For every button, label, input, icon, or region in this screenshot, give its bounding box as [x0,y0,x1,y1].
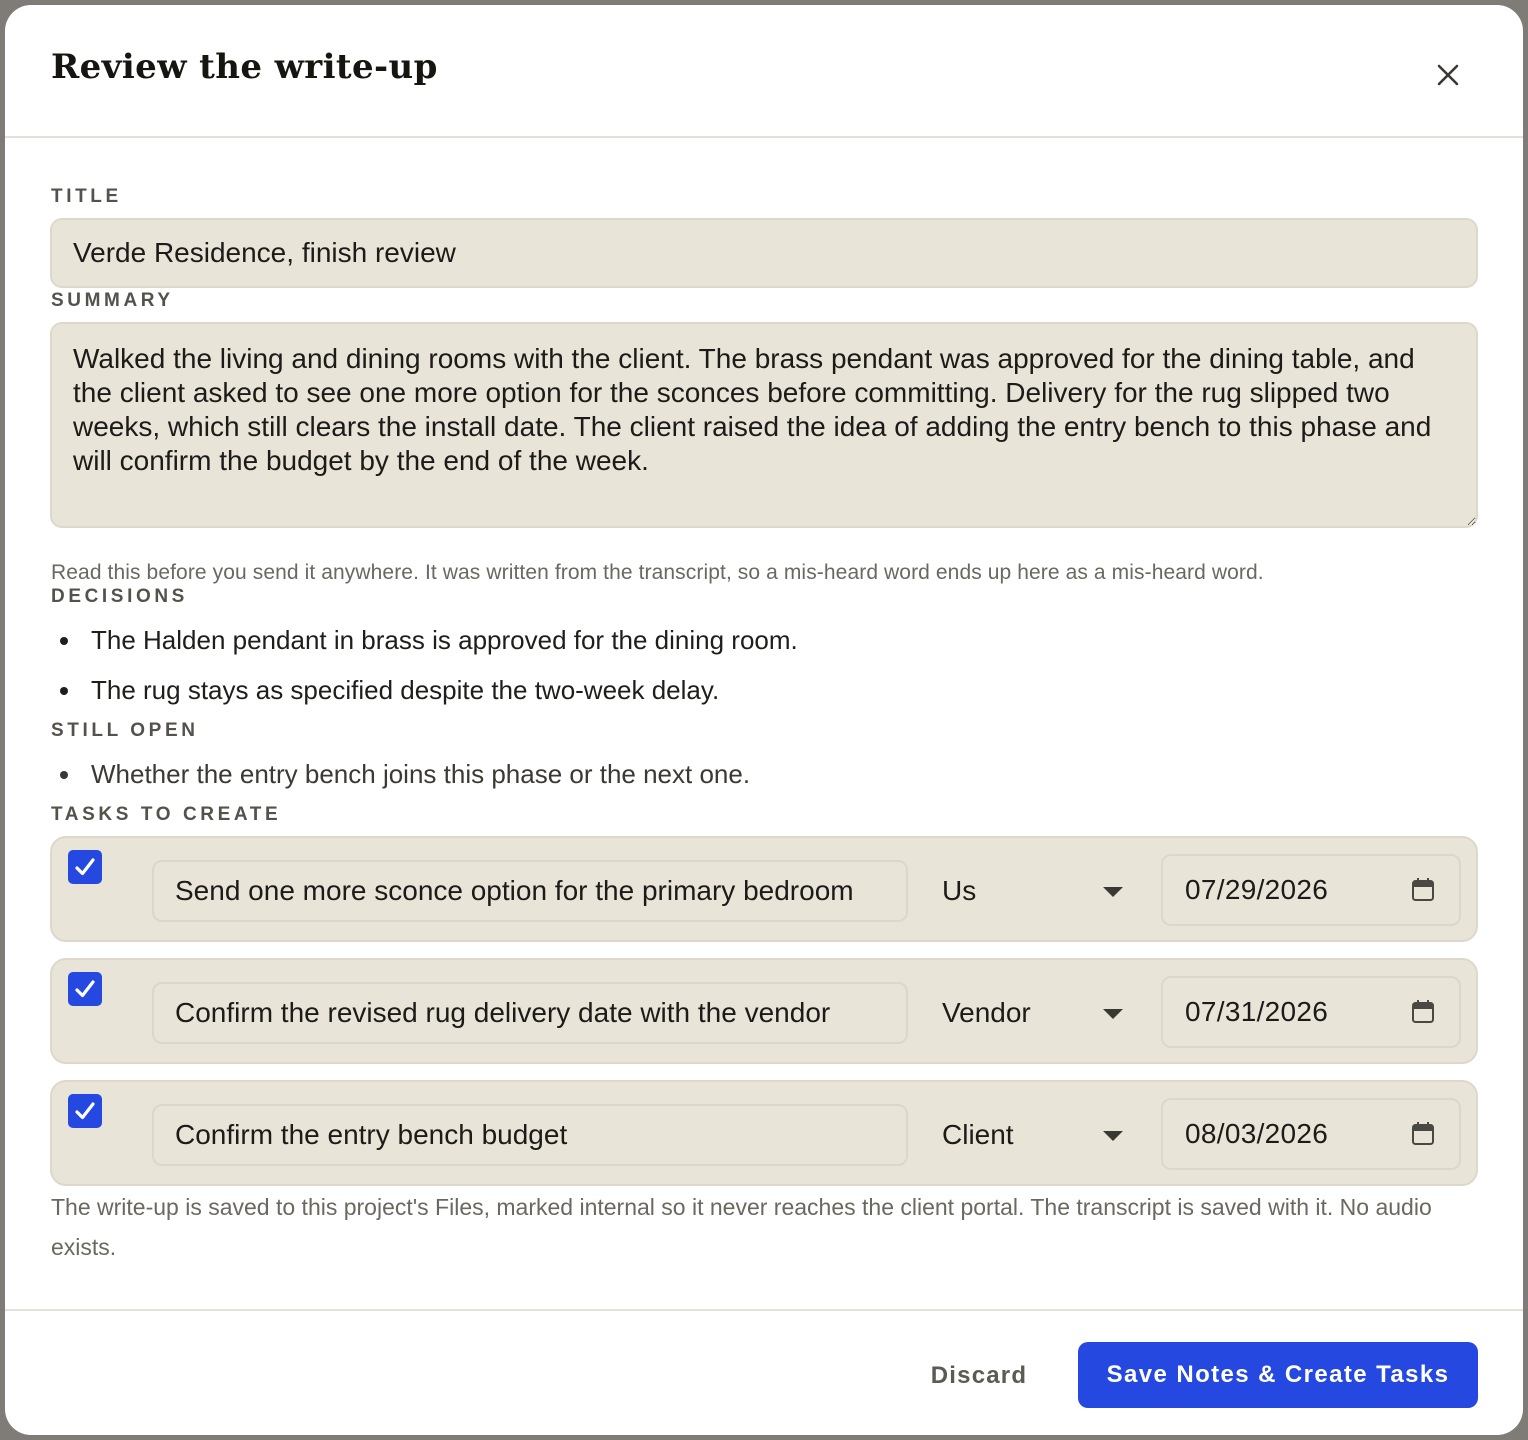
due-date-value: 08/03/2026 [1185,1118,1329,1149]
list-item: The rug stays as specified despite the t… [51,670,798,720]
dialog-title: Review the write-up [51,47,438,87]
calendar-icon[interactable] [1409,998,1437,1026]
task-due-date-input[interactable]: 08/03/2026 [1161,1098,1461,1170]
task-checkbox[interactable] [68,850,102,884]
task-checkbox[interactable] [68,1094,102,1128]
title-label: TITLE [51,186,122,207]
task-name-input[interactable]: Send one more sconce option for the prim… [152,860,908,922]
bullet-icon [60,771,68,779]
checkmark-icon [75,1102,95,1120]
task-row: Send one more sconce option for the prim… [50,836,1478,942]
task-name-input[interactable]: Confirm the entry bench budget [152,1104,908,1166]
bullet-icon [60,637,68,645]
review-writeup-dialog: Review the write-up TITLE SUMMARY Walked… [5,5,1523,1435]
decision-text: The rug stays as specified despite the t… [91,675,720,705]
summary-label: SUMMARY [51,290,174,311]
task-row: Confirm the entry bench budget Client 08… [50,1080,1478,1186]
discard-button[interactable]: Discard [909,1345,1049,1407]
bullet-icon [60,687,68,695]
title-input[interactable] [50,218,1478,288]
checkmark-icon [75,858,95,876]
task-name-input[interactable]: Confirm the revised rug delivery date wi… [152,982,908,1044]
open-item-text: Whether the entry bench joins this phase… [91,759,751,789]
chevron-down-icon [1103,887,1123,897]
task-row: Confirm the revised rug delivery date wi… [50,958,1478,1064]
owner-value: Us [942,875,977,906]
summary-hint: Read this before you send it anywhere. I… [51,561,1264,584]
list-item: The Halden pendant in brass is approved … [51,620,798,670]
still-open-list: Whether the entry bench joins this phase… [51,754,750,804]
decisions-label: DECISIONS [51,586,188,607]
task-due-date-input[interactable]: 07/31/2026 [1161,976,1461,1048]
due-date-value: 07/29/2026 [1185,874,1329,905]
task-due-date-input[interactable]: 07/29/2026 [1161,854,1461,926]
dialog-footer: Discard Save Notes & Create Tasks [5,1309,1523,1435]
owner-value: Vendor [942,997,1031,1028]
task-checkbox[interactable] [68,972,102,1006]
save-notes-create-tasks-button[interactable]: Save Notes & Create Tasks [1078,1342,1478,1408]
close-button[interactable] [1428,55,1468,95]
tasks-label: TASKS TO CREATE [51,804,282,825]
calendar-icon[interactable] [1409,876,1437,904]
task-owner-select[interactable]: Vendor [942,982,1132,1044]
list-item: Whether the entry bench joins this phase… [51,754,750,804]
checkmark-icon [75,980,95,998]
chevron-down-icon [1103,1009,1123,1019]
decisions-list: The Halden pendant in brass is approved … [51,620,798,720]
summary-textarea[interactable]: Walked the living and dining rooms with … [50,322,1478,528]
chevron-down-icon [1103,1131,1123,1141]
dialog-header: Review the write-up [5,5,1523,138]
still-open-label: STILL OPEN [51,720,199,741]
owner-value: Client [942,1119,1014,1150]
save-location-note: The write-up is saved to this project's … [51,1194,1432,1260]
due-date-value: 07/31/2026 [1185,996,1329,1027]
calendar-icon[interactable] [1409,1120,1437,1148]
decision-text: The Halden pendant in brass is approved … [91,625,798,655]
task-owner-select[interactable]: Us [942,860,1132,922]
task-owner-select[interactable]: Client [942,1104,1132,1166]
close-icon [1437,64,1459,86]
